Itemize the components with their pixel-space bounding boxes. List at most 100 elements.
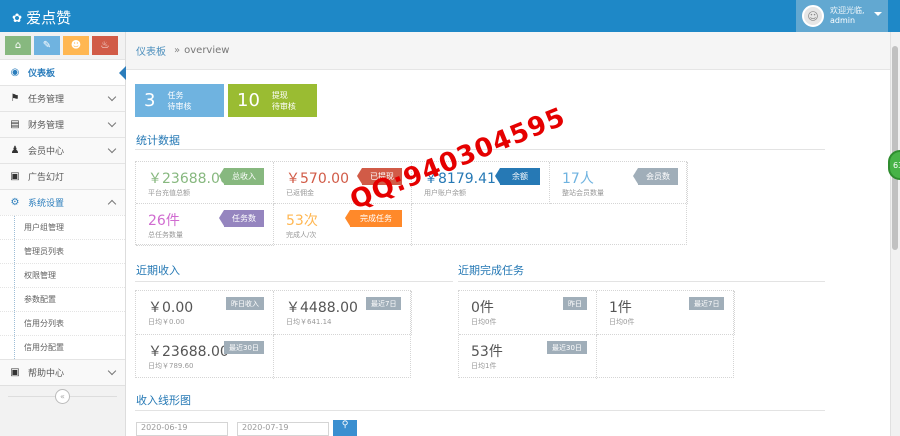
sidebar-item-label: 广告幻灯 — [28, 173, 65, 183]
income-value: ￥23688.00 — [148, 344, 229, 360]
stat-value: ￥570.00 — [286, 171, 349, 187]
stat-value: 26件 — [148, 213, 180, 229]
sidebar-item-slides[interactable]: ▣ 广告幻灯 — [0, 163, 125, 189]
pending-withdrawals-tile[interactable]: 10 提现 待审核 — [228, 84, 317, 117]
start-date-input[interactable]: 2020-06-19 — [136, 422, 228, 436]
tasks-desc: 日均1件 — [471, 362, 497, 370]
stats-title: 统计数据 — [136, 134, 180, 147]
stat-tag: 会员数 — [633, 168, 678, 185]
end-date-input[interactable]: 2020-07-19 — [237, 422, 329, 436]
sidebar-subitem-user-groups[interactable]: 用户组管理 — [0, 215, 125, 239]
tasks-divider — [458, 281, 825, 282]
sidebar-subitem-admins[interactable]: 管理员列表 — [0, 239, 125, 263]
stat-cell-tasks: 26件 总任务数量 任务数 — [136, 204, 274, 246]
edit-shortcut-button[interactable]: ✎ — [34, 36, 60, 55]
stat-value: ￥23688.00 — [148, 171, 229, 187]
stat-desc: 平台充值总额 — [148, 189, 190, 197]
sidebar-subitem-params[interactable]: 参数配置 — [0, 287, 125, 311]
home-icon: ⌂ — [14, 40, 22, 51]
sidebar-item-help[interactable]: ▣ 帮助中心 — [0, 359, 125, 385]
inbox-icon: ▤ — [10, 119, 20, 130]
sidebar-item-label: 帮助中心 — [28, 369, 65, 379]
pencil-icon: ✎ — [42, 40, 52, 51]
tile-sublabel: 待审核 — [271, 101, 296, 111]
tasks-desc: 日均0件 — [471, 318, 497, 326]
stat-value: 53次 — [286, 213, 318, 229]
tile-label: 提现 — [271, 90, 288, 100]
tasks-value: 0件 — [471, 300, 494, 316]
brand-logo[interactable]: ✿ 爱点赞 — [12, 7, 71, 28]
tile-sublabel: 待审核 — [167, 101, 192, 111]
tasks-value: 53件 — [471, 344, 503, 360]
breadcrumb: 仪表板 » overview — [126, 32, 890, 70]
tasks-tag: 最近7日 — [689, 297, 725, 310]
stat-value: 17人 — [562, 171, 594, 187]
tasks-desc: 日均0件 — [609, 318, 635, 326]
brand-name: 爱点赞 — [26, 9, 72, 27]
chevron-down-icon — [107, 118, 117, 128]
chevron-down-icon — [107, 144, 117, 154]
stat-desc: 用户账户余额 — [424, 189, 466, 197]
income-tag: 最近30日 — [224, 341, 264, 354]
tasks-cell-yesterday: 0件 日均0件 昨日 — [459, 291, 597, 335]
tasks-cell-7days: 1件 日均0件 最近7日 — [597, 291, 735, 335]
sidebar-collapse-bar: « — [0, 385, 125, 407]
tasks-tag: 最近30日 — [547, 341, 587, 354]
tasks-title: 近期完成任务 — [458, 264, 524, 277]
search-icon: ⚲ — [341, 420, 349, 430]
stat-cell-completed: 53次 完成人/次 完成任务 — [274, 204, 412, 246]
tasks-grid: 0件 日均0件 昨日 1件 日均0件 最近7日 53件 日均1件 最近30日 — [458, 290, 735, 379]
income-value: ￥4488.00 — [286, 300, 358, 316]
home-shortcut-button[interactable]: ⌂ — [5, 36, 31, 55]
sidebar-item-members[interactable]: ♟ 会员中心 — [0, 137, 125, 163]
tasks-tag: 昨日 — [563, 297, 587, 310]
sidebar-item-label: 系统设置 — [28, 199, 65, 209]
stat-cell-total-income: ￥23688.00 平台充值总额 总收入 — [136, 162, 274, 204]
bell-shortcut-button[interactable]: ♨ — [92, 36, 118, 55]
sidebar-item-dashboard[interactable]: ◉ 仪表板 — [0, 59, 126, 85]
tile-label: 任务 — [167, 90, 184, 100]
income-chart-title: 收入线形图 — [136, 394, 191, 407]
leaf-icon: ✿ — [12, 10, 23, 25]
floating-badge[interactable]: 63 — [888, 150, 900, 180]
breadcrumb-home[interactable]: 仪表板 — [136, 43, 166, 58]
caret-down-icon — [874, 12, 882, 16]
income-value: ￥0.00 — [148, 300, 194, 316]
users-shortcut-button[interactable]: ☻ — [63, 36, 89, 55]
sidebar-item-settings[interactable]: ⚙ 系统设置 — [0, 189, 125, 215]
income-desc: 日均￥0.00 — [148, 318, 185, 326]
stat-tag: 余额 — [495, 168, 540, 185]
income-divider — [135, 281, 453, 282]
sidebar-item-tasks[interactable]: ⚑ 任务管理 — [0, 85, 125, 111]
income-desc: 日均￥789.60 — [148, 362, 194, 370]
search-button[interactable]: ⚲ — [333, 420, 357, 436]
top-navbar: ✿ 爱点赞 ☺ 欢迎光临, admin — [0, 0, 900, 32]
user-menu[interactable]: ☺ 欢迎光临, admin — [796, 0, 888, 32]
sidebar-subitem-permissions[interactable]: 权限管理 — [0, 263, 125, 287]
income-cell-30days: ￥23688.00 日均￥789.60 最近30日 — [136, 335, 274, 379]
double-chevron-left-icon: « — [60, 392, 65, 401]
chevron-down-icon — [107, 366, 117, 376]
user-greeting: 欢迎光临, — [830, 6, 865, 15]
collapse-sidebar-button[interactable]: « — [55, 389, 70, 404]
sidebar-shortcuts: ⌂ ✎ ☻ ♨ — [0, 32, 125, 59]
chevron-up-icon — [107, 199, 117, 209]
user-icon: ♟ — [10, 145, 20, 156]
stat-tag: 任务数 — [219, 210, 264, 227]
pending-tasks-tile[interactable]: 3 任务 待审核 — [135, 84, 224, 117]
tasks-cell-30days: 53件 日均1件 最近30日 — [459, 335, 597, 379]
income-cell-7days: ￥4488.00 日均￥641.14 最近7日 — [274, 291, 412, 335]
breadcrumb-current: overview — [184, 45, 230, 56]
sidebar-subitem-credit-config[interactable]: 信用分配置 — [0, 335, 125, 359]
sidebar-subitem-credit-list[interactable]: 信用分列表 — [0, 311, 125, 335]
sidebar-item-finance[interactable]: ▤ 财务管理 — [0, 111, 125, 137]
stat-cell-members: 17人 整站会员数量 会员数 — [550, 162, 688, 204]
stat-desc: 完成人/次 — [286, 231, 317, 239]
stat-desc: 整站会员数量 — [562, 189, 604, 197]
chevron-down-icon — [107, 92, 117, 102]
tile-number: 10 — [237, 90, 260, 111]
stat-desc: 已返佣金 — [286, 189, 314, 197]
tile-number: 3 — [144, 90, 156, 111]
picture-icon: ▣ — [10, 171, 20, 182]
scrollbar-thumb[interactable] — [892, 46, 898, 250]
